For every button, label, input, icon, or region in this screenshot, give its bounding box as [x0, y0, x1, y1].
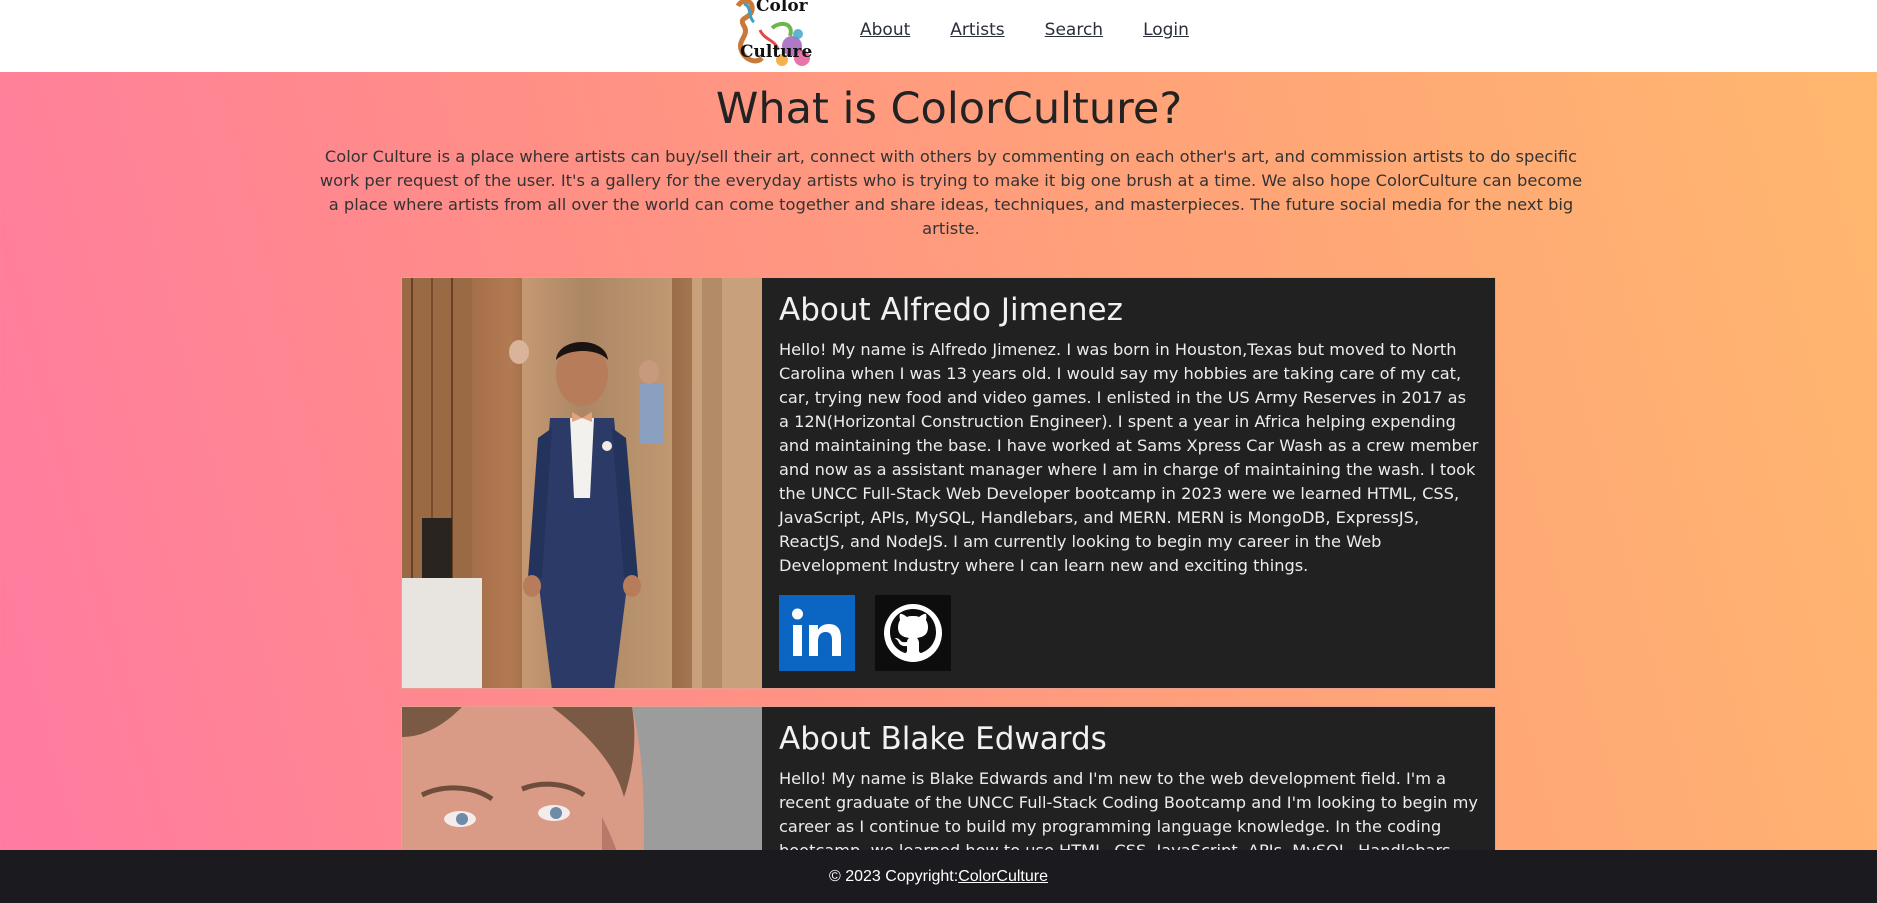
linkedin-icon [779, 595, 855, 671]
nav-link-search[interactable]: Search [1045, 20, 1103, 40]
photo-man-in-suit [402, 278, 762, 688]
member-title-blake: About Blake Edwards [779, 721, 1107, 757]
member-photo-alfredo [402, 278, 762, 688]
color-culture-logo[interactable]: Color Culture [732, 0, 814, 70]
site-description: Color Culture is a place where artists c… [319, 147, 1583, 238]
member-body-alfredo: About Alfredo Jimenez Hello! My name is … [779, 292, 1481, 671]
nav-link-artists[interactable]: Artists [950, 20, 1004, 40]
page-title: What is ColorCulture? [715, 84, 1183, 134]
footer-colorculture-link[interactable]: ColorCulture [958, 868, 1048, 886]
member-bio-alfredo: Hello! My name is Alfredo Jimenez. I was… [779, 340, 1479, 575]
member-card-alfredo: About Alfredo Jimenez Hello! My name is … [401, 277, 1496, 689]
footer: © 2023 Copyright: ColorCulture [0, 850, 1877, 903]
logo-text: Color Culture [732, 0, 814, 70]
nav-link-about[interactable]: About [860, 20, 910, 40]
github-link[interactable] [875, 595, 951, 671]
nav-link-login[interactable]: Login [1143, 20, 1189, 40]
navbar: Color Culture About Artists Search Login [0, 0, 1877, 72]
copyright-text: © 2023 Copyright: [828, 867, 959, 885]
github-icon [875, 595, 951, 671]
member-title-alfredo: About Alfredo Jimenez [779, 292, 1123, 328]
nav-links: About Artists Search Login [860, 20, 1189, 40]
logo-line1: Color [756, 0, 808, 16]
linkedin-link[interactable] [779, 595, 855, 671]
logo-line2: Culture [740, 42, 813, 62]
social-links [779, 595, 1481, 671]
